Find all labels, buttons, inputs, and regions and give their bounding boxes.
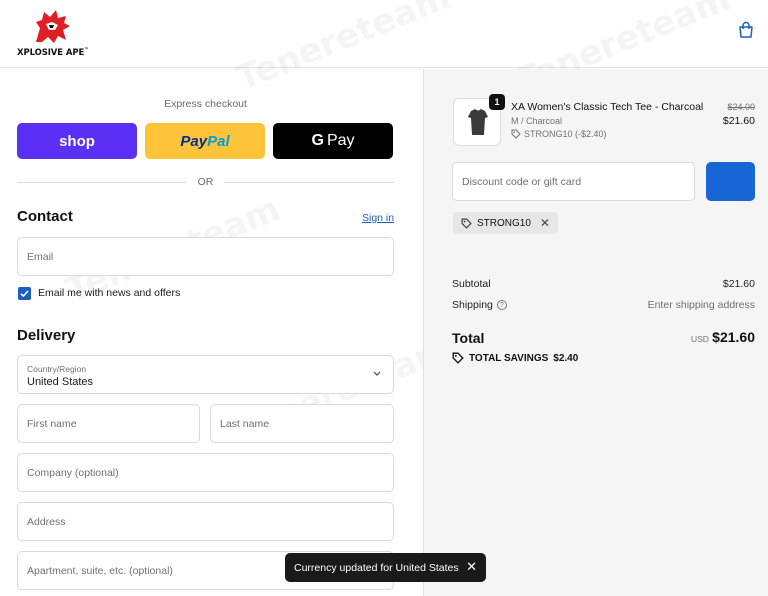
question-icon[interactable]: ? [496, 300, 507, 311]
close-icon[interactable]: ✕ [466, 559, 477, 575]
paypal-button[interactable]: Pay Pal [145, 123, 265, 159]
header: XPLOSIVE APE™ [0, 0, 768, 68]
total-value: $21.60 [712, 329, 755, 345]
subtotal-label: Subtotal [452, 278, 491, 290]
total-savings: TOTAL SAVINGS $2.40 [452, 352, 578, 364]
country-select[interactable]: Country/Region United States [17, 355, 394, 394]
subtotal-value: $21.60 [722, 278, 755, 290]
applied-discount-chip: STRONG10 ✕ [453, 212, 558, 234]
currency-code: USD [691, 334, 709, 344]
google-pay-button[interactable]: G Pay [273, 123, 393, 159]
product-name: XA Women's Classic Tech Tee - Charcoal [511, 101, 704, 113]
or-divider: OR [17, 176, 394, 188]
brand-logo[interactable]: XPLOSIVE APE™ [16, 8, 96, 58]
sign-in-link[interactable]: Sign in [362, 212, 394, 224]
google-g-icon: G [311, 132, 324, 149]
tag-icon [461, 218, 472, 229]
total-label: Total [452, 330, 485, 346]
quantity-badge: 1 [489, 94, 505, 110]
shipping-label: Shipping? [452, 299, 507, 311]
address-field[interactable]: Address [17, 502, 394, 541]
first-name-field[interactable]: First name [17, 404, 200, 443]
email-field[interactable]: Email [17, 237, 394, 276]
apply-discount-button[interactable] [706, 162, 755, 201]
original-price: $24.00 [727, 102, 755, 112]
express-checkout-label: Express checkout [164, 98, 247, 110]
shipping-value: Enter shipping address [647, 299, 755, 311]
ape-logo-icon [36, 10, 70, 43]
product-discount: STRONG10 (-$2.40) [511, 129, 607, 139]
company-field[interactable]: Company (optional) [17, 453, 394, 492]
tag-icon [511, 129, 521, 139]
last-name-field[interactable]: Last name [210, 404, 394, 443]
discount-code-field[interactable]: Discount code or gift card [452, 162, 695, 201]
shop-pay-button[interactable]: shop [17, 123, 137, 159]
product-variant: M / Charcoal [511, 116, 563, 126]
delivery-title: Delivery [17, 327, 76, 344]
contact-title: Contact [17, 208, 73, 225]
newsletter-label: Email me with news and offers [38, 287, 181, 299]
remove-discount-icon[interactable]: ✕ [540, 216, 550, 230]
shopping-bag-icon[interactable] [736, 20, 756, 40]
brand-name: XPLOSIVE APE™ [17, 47, 90, 58]
checkmark-icon [20, 290, 29, 298]
chevron-down-icon [373, 371, 381, 376]
newsletter-checkbox[interactable] [18, 287, 31, 300]
discounted-price: $21.60 [722, 115, 755, 127]
tag-icon [452, 352, 464, 364]
currency-toast: Currency updated for United States ✕ [285, 553, 486, 582]
